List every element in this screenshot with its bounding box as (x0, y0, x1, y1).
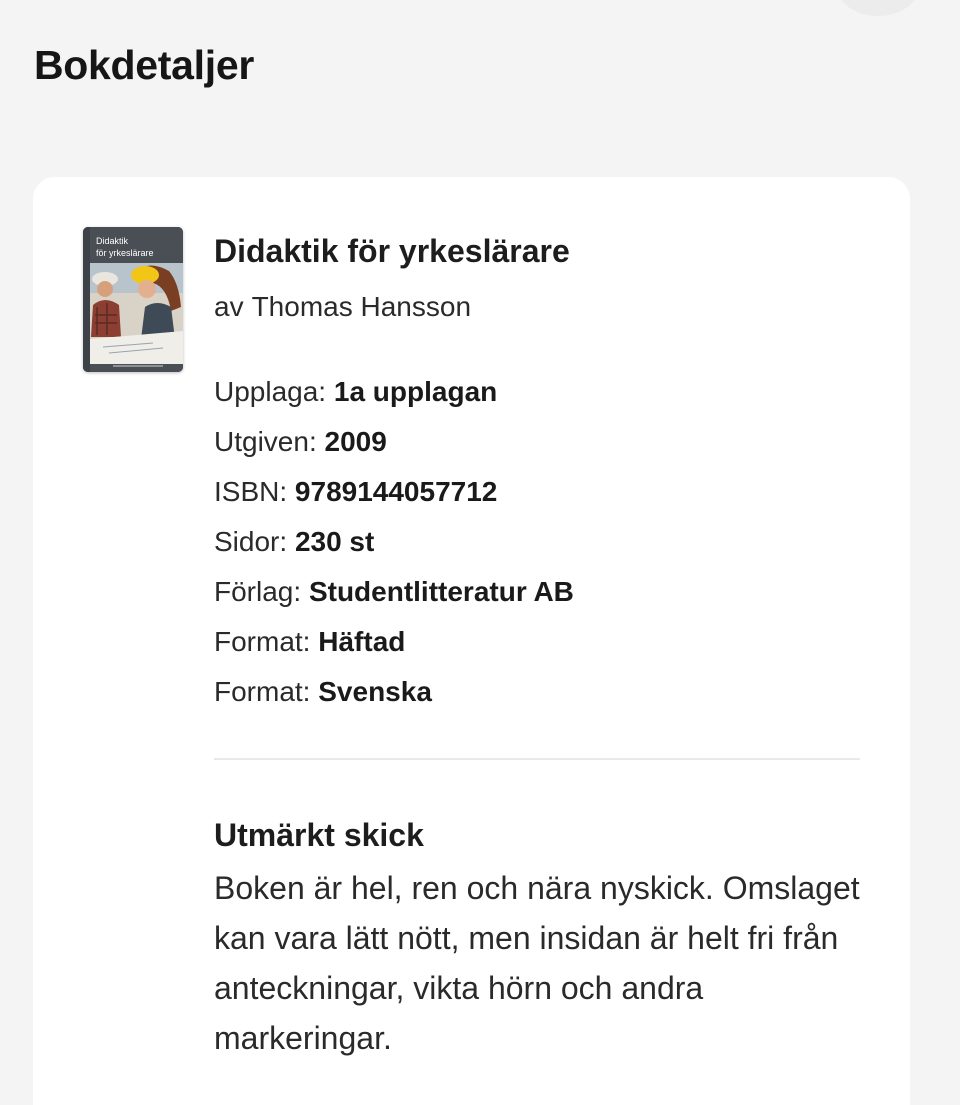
page-title: Bokdetaljer (34, 42, 254, 88)
detail-value: 9789144057712 (294, 476, 498, 507)
detail-published: Utgiven: 2009 (214, 417, 574, 467)
detail-label: Format: (214, 626, 311, 657)
book-details-page: Bokdetaljer Didaktik för yrkeslärare Did… (0, 0, 960, 1105)
book-details-card: Didaktik för yrkeslärare Didaktik för yr… (33, 177, 910, 1105)
condition-title: Utmärkt skick (214, 817, 424, 853)
cover-title-line-2: för yrkeslärare (96, 248, 154, 258)
detail-publisher: Förlag: Studentlitteratur AB (214, 567, 574, 617)
author-name: Thomas Hansson (251, 291, 472, 322)
book-cover-art: Didaktik för yrkeslärare (83, 227, 183, 372)
detail-language: Format: Svenska (214, 667, 574, 717)
detail-label: Upplaga: (214, 376, 327, 407)
detail-value: 2009 (324, 426, 387, 457)
book-author: av Thomas Hansson (214, 291, 471, 323)
book-title: Didaktik för yrkeslärare (214, 233, 570, 269)
detail-pages: Sidor: 230 st (214, 517, 574, 567)
top-right-button[interactable] (836, 0, 920, 16)
detail-value: 230 st (294, 526, 375, 557)
detail-label: Förlag: (214, 576, 302, 607)
detail-label: Sidor: (214, 526, 288, 557)
detail-isbn: ISBN: 9789144057712 (214, 467, 574, 517)
detail-format: Format: Häftad (214, 617, 574, 667)
detail-value: 1a upplagan (333, 376, 498, 407)
book-details-list: Upplaga: 1a upplagan Utgiven: 2009 ISBN:… (214, 367, 574, 717)
detail-label: Format: (214, 676, 311, 707)
book-cover-image[interactable]: Didaktik för yrkeslärare (83, 227, 183, 372)
detail-edition: Upplaga: 1a upplagan (214, 367, 574, 417)
detail-label: ISBN: (214, 476, 288, 507)
detail-value: Studentlitteratur AB (308, 576, 574, 607)
condition-description: Boken är hel, ren och nära nyskick. Omsl… (214, 870, 860, 1056)
detail-value: Svenska (318, 676, 432, 707)
author-prefix: av (214, 291, 244, 322)
detail-label: Utgiven: (214, 426, 317, 457)
section-divider (214, 758, 860, 760)
cover-title-line-1: Didaktik (96, 236, 129, 246)
detail-value: Häftad (318, 626, 406, 657)
